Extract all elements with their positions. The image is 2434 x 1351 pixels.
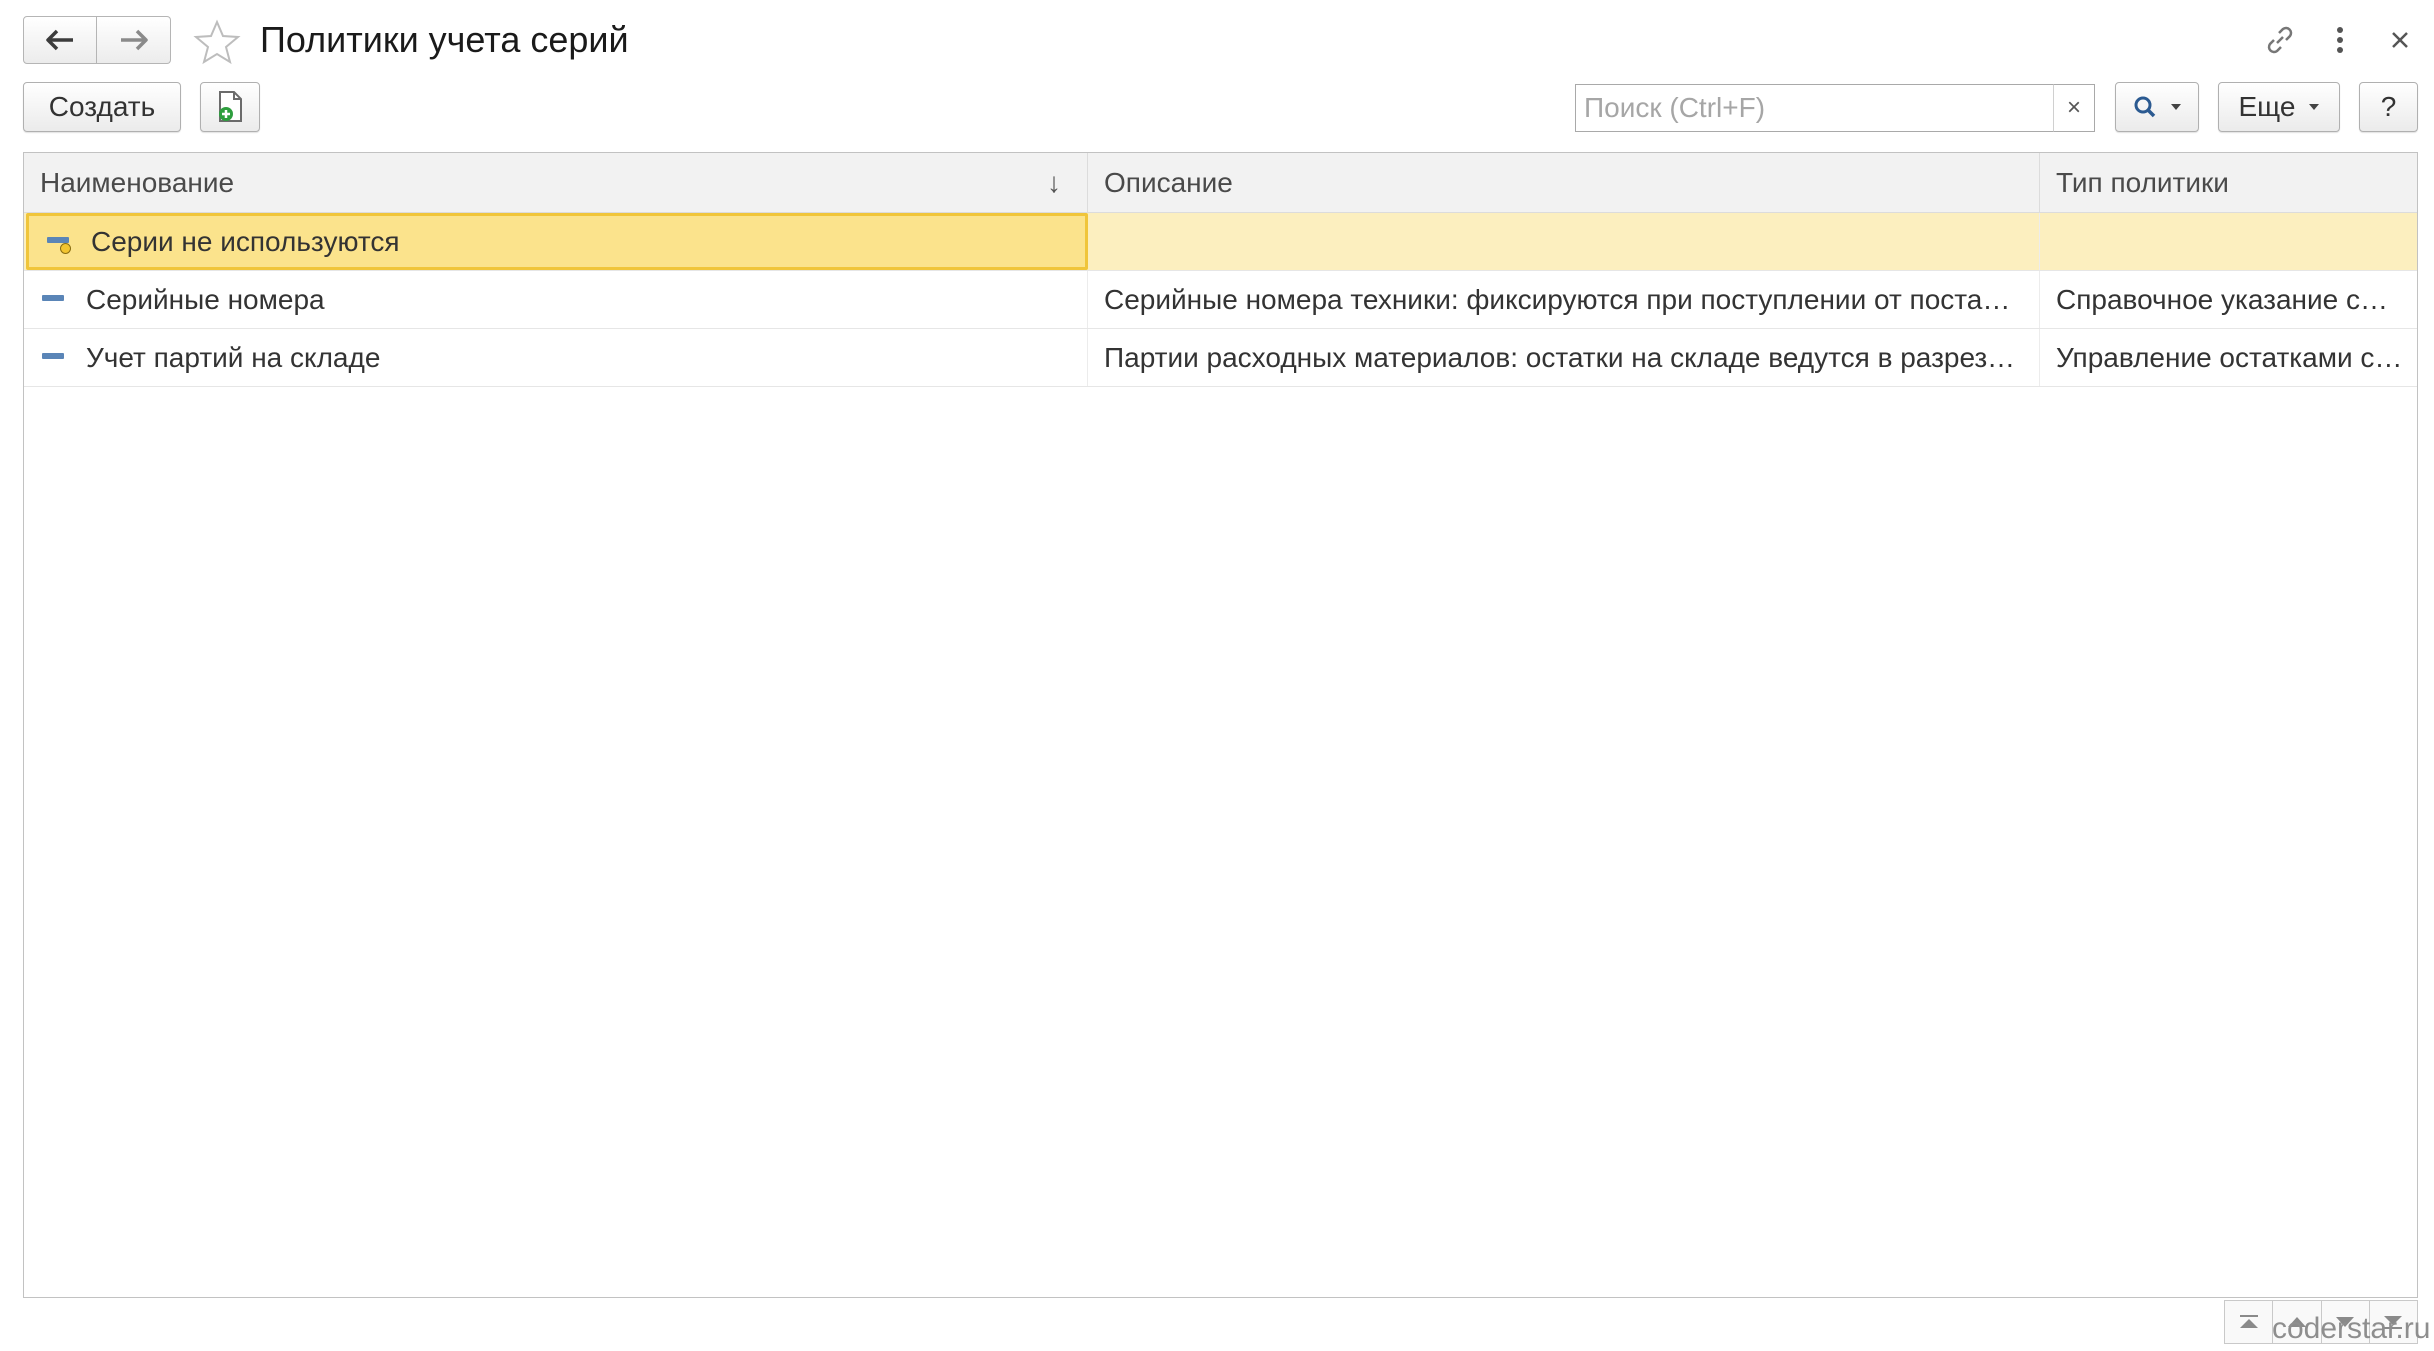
column-header-description[interactable]: Описание	[1088, 153, 2040, 213]
more-vertical-icon[interactable]	[2318, 18, 2362, 62]
description-cell[interactable]: Серийные номера техники: фиксируются при…	[1088, 271, 2040, 328]
policies-table[interactable]: Наименование ↓ Описание Тип политики Сер…	[23, 152, 2418, 1298]
sort-descending-icon[interactable]: ↓	[1047, 167, 1061, 199]
table-header: Наименование ↓ Описание Тип политики	[24, 153, 2417, 213]
column-header-policy-type[interactable]: Тип политики	[2040, 153, 2417, 213]
document-add-icon	[219, 91, 242, 122]
chevron-down-icon	[2171, 104, 2181, 110]
link-icon[interactable]	[2258, 18, 2302, 62]
description-cell[interactable]: Партии расходных материалов: остатки на …	[1088, 329, 2040, 386]
row-name: Учет партий на складе	[86, 341, 381, 373]
watermark: coderstar.ru	[2272, 1312, 2431, 1345]
search-clear-button[interactable]: ×	[2053, 84, 2095, 132]
catalog-item-icon	[40, 286, 68, 314]
scroll-top-icon	[2239, 1315, 2258, 1328]
search-field[interactable]	[1575, 84, 2055, 132]
table-row[interactable]: Серии не используются	[24, 213, 2417, 271]
magnifier-icon	[2134, 96, 2156, 118]
more-actions-button[interactable]: Еще	[2218, 82, 2340, 132]
catalog-item-icon	[40, 344, 68, 372]
create-copy-button[interactable]	[200, 82, 260, 132]
more-actions-label: Еще	[2238, 91, 2296, 122]
search-options-button[interactable]	[2115, 82, 2199, 132]
table-row[interactable]: Серийные номера Серийные номера техники:…	[24, 271, 2417, 329]
close-icon[interactable]	[2378, 18, 2422, 62]
column-header-name[interactable]: Наименование ↓	[24, 153, 1088, 213]
arrow-left-icon	[46, 29, 73, 51]
row-description: Серийные номера техники: фиксируются при…	[1104, 283, 2023, 315]
favorite-star-icon[interactable]	[192, 18, 242, 66]
table-row[interactable]: Учет партий на складе Партии расходных м…	[24, 329, 2417, 387]
back-button[interactable]	[23, 16, 97, 64]
scroll-to-top-button[interactable]	[2224, 1300, 2274, 1344]
row-name: Серии не используются	[91, 225, 400, 257]
arrow-right-icon	[120, 29, 148, 51]
policy-type-cell[interactable]: Управление остатками с…	[2040, 329, 2417, 386]
column-header-name-label: Наименование	[40, 167, 235, 198]
policy-type-cell[interactable]: Справочное указание се…	[2040, 271, 2417, 328]
help-button[interactable]: ?	[2359, 82, 2418, 132]
forward-button[interactable]	[97, 16, 171, 64]
policy-type-cell[interactable]	[2040, 213, 2417, 270]
name-cell[interactable]: Серии не используются	[26, 213, 1088, 270]
name-cell[interactable]: Серийные номера	[24, 271, 1088, 328]
clear-icon: ×	[2066, 94, 2081, 121]
search-input[interactable]	[1582, 91, 2054, 125]
chevron-down-icon	[2309, 104, 2320, 110]
catalog-item-default-icon	[45, 228, 73, 256]
navigation-buttons	[23, 16, 171, 64]
column-header-description-label: Описание	[1104, 167, 1233, 198]
column-header-policy-type-label: Тип политики	[2056, 167, 2229, 198]
row-policy-type: Справочное указание се…	[2056, 283, 2403, 315]
name-cell[interactable]: Учет партий на складе	[24, 329, 1088, 386]
row-policy-type: Управление остатками с…	[2056, 341, 2403, 373]
create-button[interactable]: Создать	[23, 82, 181, 132]
description-cell[interactable]	[1088, 213, 2040, 270]
row-description: Партии расходных материалов: остатки на …	[1104, 341, 2023, 373]
page-title: Политики учета серий	[260, 19, 629, 60]
row-name: Серийные номера	[86, 283, 325, 315]
